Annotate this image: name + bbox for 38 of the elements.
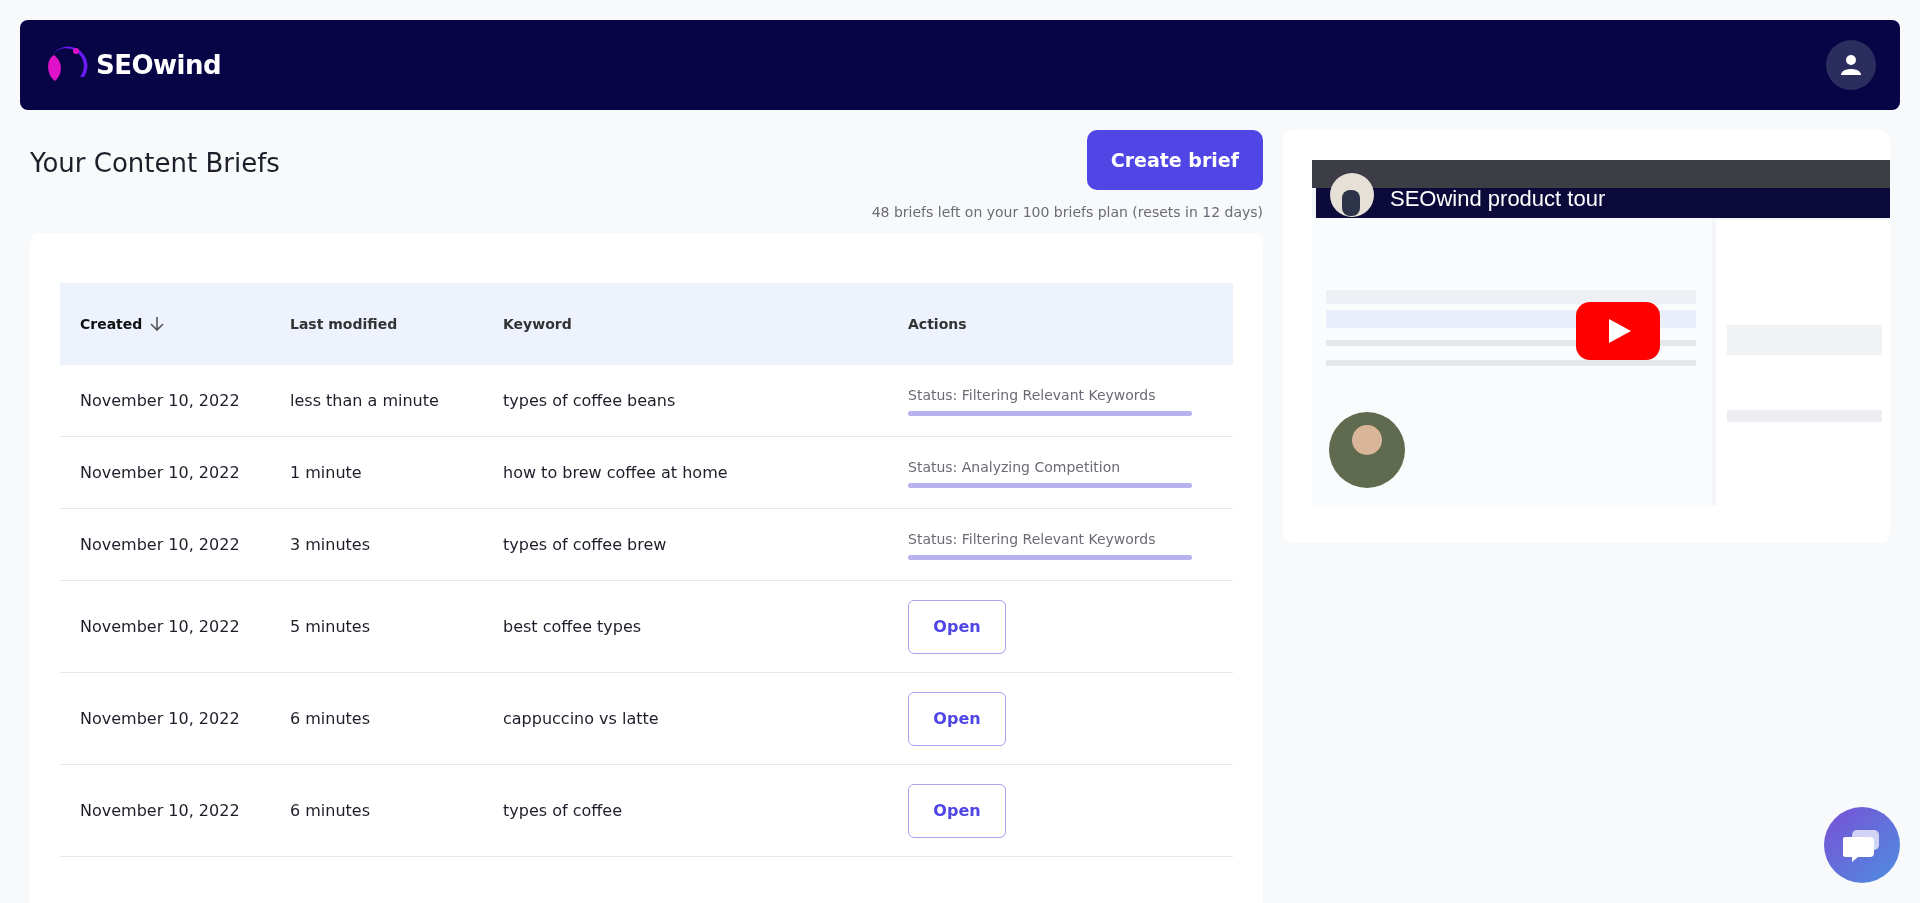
table-cell: November 10, 2022	[80, 390, 240, 410]
column-header[interactable]: Keyword	[503, 313, 572, 335]
column-header[interactable]: Created	[80, 313, 143, 335]
user-icon	[1840, 54, 1862, 76]
table-cell: November 10, 2022	[80, 800, 240, 820]
status-text: Status: Filtering Relevant Keywords	[908, 530, 1157, 549]
table-cell: November 10, 2022	[80, 616, 240, 636]
status-text: Status: Filtering Relevant Keywords	[908, 386, 1157, 405]
table-cell: 3 minutes	[290, 534, 371, 554]
table-cell: types of coffee	[503, 800, 622, 820]
open-button[interactable]: Open	[908, 691, 1006, 746]
table-cell: less than a minute	[290, 390, 439, 410]
create-brief-button[interactable]: Create brief	[1086, 130, 1263, 190]
table-cell: 6 minutes	[290, 708, 371, 728]
play-icon[interactable]	[1576, 302, 1660, 360]
table-cell: 5 minutes	[290, 616, 371, 636]
chat-icon	[1843, 828, 1881, 862]
sort-arrow-icon[interactable]	[150, 316, 165, 332]
logo-text[interactable]: SEOwind	[96, 45, 222, 85]
column-header[interactable]: Last modified	[290, 313, 398, 335]
status-text: Status: Analyzing Competition	[908, 458, 1122, 477]
open-button[interactable]: Open	[908, 599, 1006, 654]
table-cell: 6 minutes	[290, 800, 371, 820]
table-cell: November 10, 2022	[80, 708, 240, 728]
page-title: Your Content Briefs	[30, 147, 280, 180]
table-cell: cappuccino vs latte	[503, 708, 659, 728]
table-cell: how to brew coffee at home	[503, 462, 728, 482]
table-cell: 1 minute	[290, 462, 362, 482]
video-title: SEOwind product tour	[1390, 185, 1606, 213]
table-cell: types of coffee brew	[503, 534, 667, 554]
table-cell: types of coffee beans	[503, 390, 676, 410]
table-cell: November 10, 2022	[80, 534, 240, 554]
column-header: Actions	[908, 314, 967, 334]
open-button[interactable]: Open	[908, 783, 1006, 838]
plan-note: 48 briefs left on your 100 briefs plan (resets in 12 days)	[871, 203, 1263, 222]
table-cell: best coffee types	[503, 616, 642, 636]
user-avatar-button[interactable]	[1826, 40, 1876, 90]
table-cell: November 10, 2022	[80, 462, 240, 482]
